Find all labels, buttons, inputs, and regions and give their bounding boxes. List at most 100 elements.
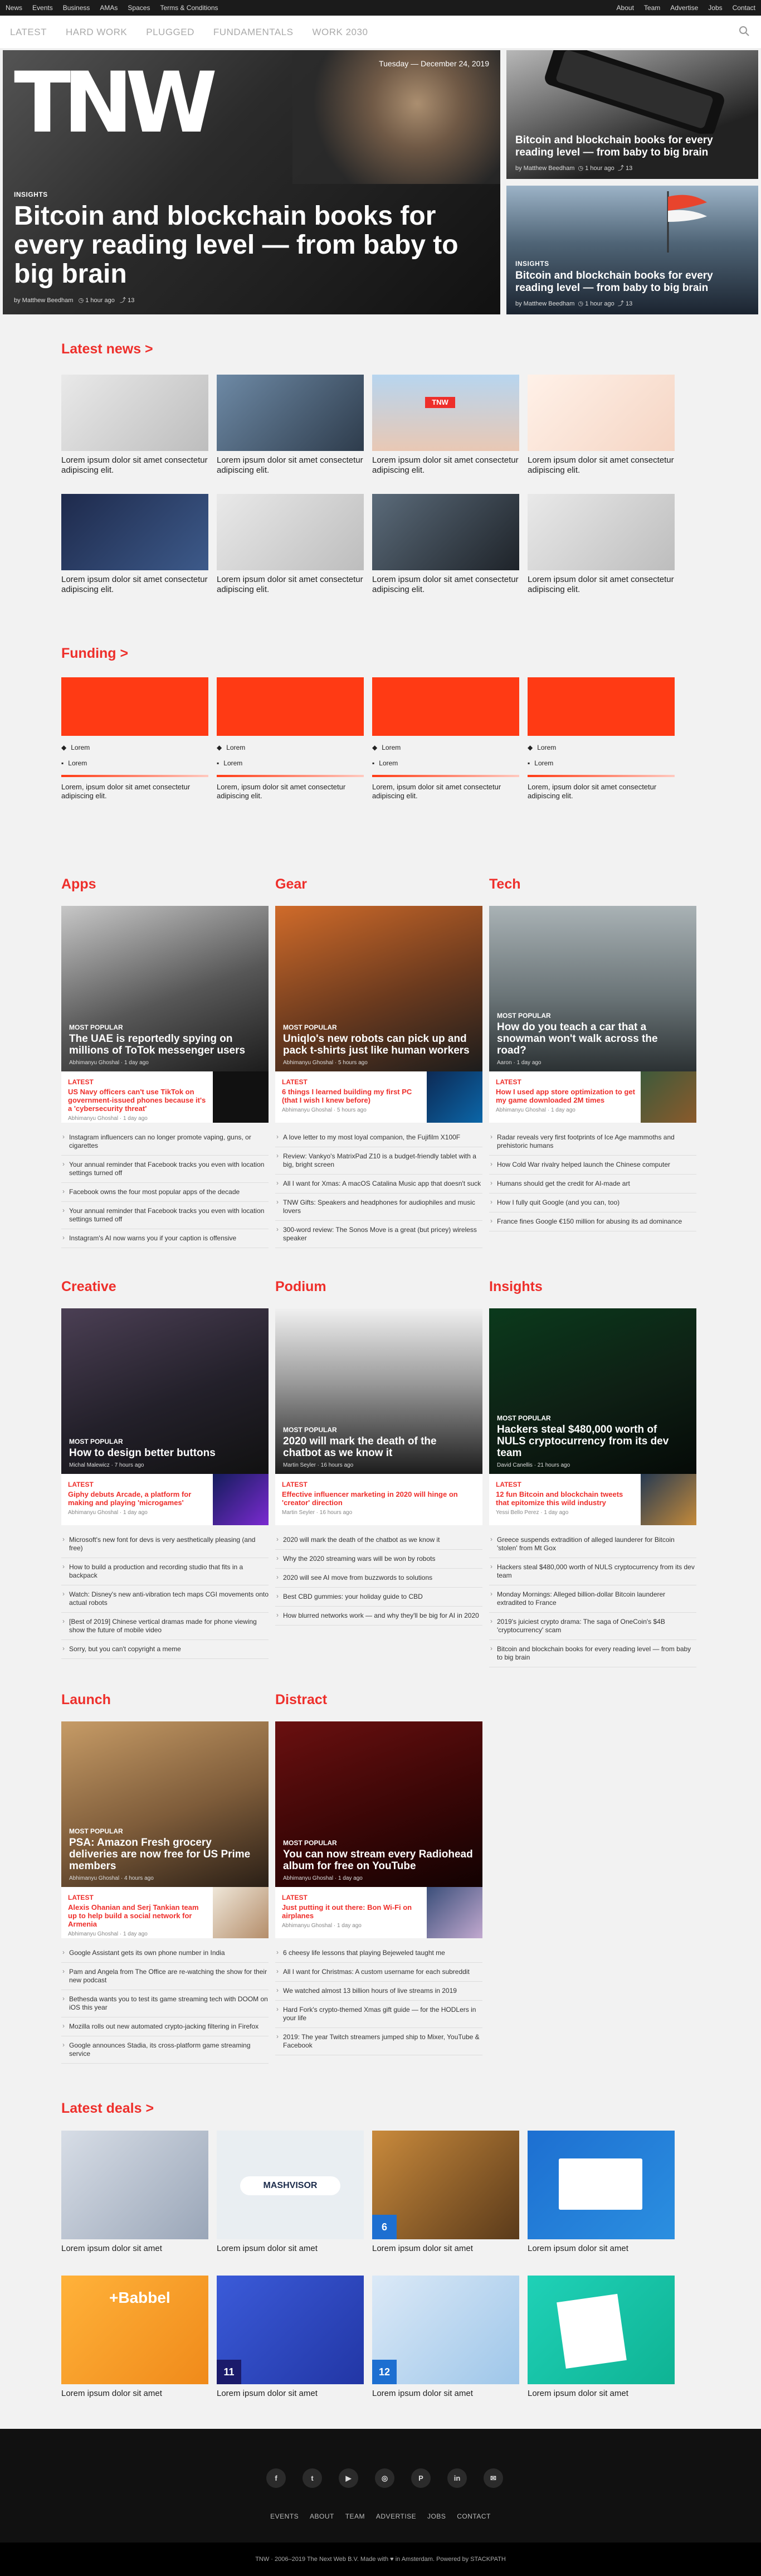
subnav-work-2030[interactable]: WORK 2030 [313,27,368,38]
latest-story[interactable]: LATEST How I used app store optimization … [489,1071,696,1123]
featured-story[interactable]: MOST POPULAR 2020 will mark the death of … [275,1308,482,1474]
list-item[interactable]: Radar reveals very first footprints of I… [489,1128,696,1156]
list-item[interactable]: Bethesda wants you to test its game stre… [61,1990,269,2017]
list-item[interactable]: 2019: The year Twitch streamers jumped s… [275,2028,482,2055]
news-caption[interactable]: Lorem ipsum dolor sit amet consectetur a… [217,575,364,595]
featured-story[interactable]: MOST POPULAR Hackers steal $480,000 worth… [489,1308,696,1474]
funding-desc[interactable]: Lorem, ipsum dolor sit amet consectetur … [372,783,519,801]
funding-heading[interactable]: Funding > [61,646,128,662]
news-card[interactable]: TNW Lorem ipsum dolor sit amet consectetu… [372,375,519,476]
latest-title[interactable]: How I used app store optimization to get… [496,1088,635,1104]
featured-title[interactable]: Hackers steal $480,000 worth of NULS cry… [497,1424,689,1459]
footer-about[interactable]: ABOUT [310,2512,334,2520]
top-nav-amas[interactable]: AMAs [100,4,118,12]
subnav-fundamentals[interactable]: FUNDAMENTALS [213,27,294,38]
list-item[interactable]: Instagram influencers can no longer prom… [61,1128,269,1156]
category-title[interactable]: Gear [275,876,482,892]
list-item[interactable]: 2020 will see AI move from buzzwords to … [275,1569,482,1588]
list-item[interactable]: Google announces Stadia, its cross-platf… [61,2036,269,2064]
featured-title[interactable]: Uniqlo's new robots can pick up and pack… [283,1033,475,1056]
news-caption[interactable]: Lorem ipsum dolor sit amet consectetur a… [372,575,519,595]
category-title[interactable]: Insights [489,1279,696,1295]
featured-title[interactable]: How do you teach a car that a snowman wo… [497,1021,689,1056]
latest-deals-heading[interactable]: Latest deals > [61,2100,154,2117]
featured-title[interactable]: PSA: Amazon Fresh grocery deliveries are… [69,1837,261,1872]
footer-team[interactable]: TEAM [345,2512,365,2520]
email-icon[interactable]: ✉ [484,2468,503,2488]
deal-card[interactable]: +Babbel Lorem ipsum dolor sit amet [61,2276,208,2399]
deal-card[interactable]: 12 Lorem ipsum dolor sit amet [372,2276,519,2399]
featured-story[interactable]: MOST POPULAR How do you teach a car that … [489,906,696,1071]
latest-title[interactable]: Giphy debuts Arcade, a platform for maki… [68,1490,207,1507]
facebook-icon[interactable]: f [266,2468,286,2488]
latest-story[interactable]: LATEST Giphy debuts Arcade, a platform fo… [61,1474,269,1525]
funding-desc[interactable]: Lorem, ipsum dolor sit amet consectetur … [217,783,364,801]
featured-story[interactable]: MOST POPULAR Uniqlo's new robots can pick… [275,906,482,1071]
latest-title[interactable]: Just putting it out there: Bon Wi-Fi on … [282,1903,421,1920]
latest-title[interactable]: 12 fun Bitcoin and blockchain tweets tha… [496,1490,635,1507]
hero-main-tag[interactable]: INSIGHTS [14,191,489,198]
category-title[interactable]: Apps [61,876,269,892]
latest-story[interactable]: LATEST Just putting it out there: Bon Wi-… [275,1887,482,1938]
list-item[interactable]: 6 cheesy life lessons that playing Bejew… [275,1944,482,1963]
news-card[interactable]: Lorem ipsum dolor sit amet consectetur a… [61,494,208,595]
deal-caption[interactable]: Lorem ipsum dolor sit amet [528,2389,675,2399]
deal-caption[interactable]: Lorem ipsum dolor sit amet [528,2244,675,2254]
list-item[interactable]: Your annual reminder that Facebook track… [61,1202,269,1229]
news-card[interactable]: Lorem ipsum dolor sit amet consectetur a… [528,375,675,476]
funding-desc[interactable]: Lorem, ipsum dolor sit amet consectetur … [528,783,675,801]
top-nav-business[interactable]: Business [63,4,90,12]
latest-title[interactable]: US Navy officers can't use TikTok on gov… [68,1088,207,1113]
latest-story[interactable]: LATEST Alexis Ohanian and Serj Tankian te… [61,1887,269,1938]
funding-card[interactable]: ◆ Lorem ▪ Lorem Lorem, ipsum dolor sit amet … [217,677,364,801]
deal-caption[interactable]: Lorem ipsum dolor sit amet [217,2244,364,2254]
list-item[interactable]: Mozilla rolls out new automated crypto-j… [61,2017,269,2036]
funding-card[interactable]: ◆ Lorem ▪ Lorem Lorem, ipsum dolor sit amet … [528,677,675,801]
category-title[interactable]: Distract [275,1692,482,1708]
list-item[interactable]: How to build a production and recording … [61,1558,269,1585]
featured-story[interactable]: MOST POPULAR How to design better buttons… [61,1308,269,1474]
hero-side-2-tag[interactable]: INSIGHTS [515,260,749,268]
hero-side-2-title[interactable]: Bitcoin and blockchain books for every r… [515,270,749,294]
list-item[interactable]: Hackers steal $480,000 worth of NULS cry… [489,1558,696,1585]
hero-main-author[interactable]: by Matthew Beedham [14,297,73,304]
list-item[interactable]: TNW Gifts: Speakers and headphones for a… [275,1194,482,1221]
deal-caption[interactable]: Lorem ipsum dolor sit amet [61,2244,208,2254]
news-card[interactable]: Lorem ipsum dolor sit amet consectetur a… [217,494,364,595]
list-item[interactable]: Microsoft's new font for devs is very ae… [61,1531,269,1558]
hero-main-story[interactable]: TNW Tuesday — December 24, 2019 INSIGHTS… [3,50,500,314]
list-item[interactable]: Pam and Angela from The Office are re-wa… [61,1963,269,1990]
list-item[interactable]: France fines Google €150 million for abu… [489,1212,696,1231]
linkedin-icon[interactable]: in [447,2468,467,2488]
latest-title[interactable]: Alexis Ohanian and Serj Tankian team up … [68,1903,207,1928]
top-nav-events[interactable]: Events [32,4,53,12]
deal-caption[interactable]: Lorem ipsum dolor sit amet [217,2389,364,2399]
list-item[interactable]: All I want for Xmas: A macOS Catalina Mu… [275,1175,482,1194]
deal-caption[interactable]: Lorem ipsum dolor sit amet [372,2244,519,2254]
instagram-icon[interactable]: ◎ [375,2468,394,2488]
list-item[interactable]: Instagram's AI now warns you if your cap… [61,1229,269,1248]
top-nav-terms[interactable]: Terms & Conditions [160,4,218,12]
latest-title[interactable]: Effective influencer marketing in 2020 w… [282,1490,476,1507]
top-nav-advertise[interactable]: Advertise [670,4,698,12]
news-card[interactable]: Lorem ipsum dolor sit amet consectetur a… [528,494,675,595]
list-item[interactable]: We watched almost 13 billion hours of li… [275,1982,482,2001]
top-nav-team[interactable]: Team [644,4,660,12]
deal-card[interactable]: Lorem ipsum dolor sit amet [528,2276,675,2399]
news-caption[interactable]: Lorem ipsum dolor sit amet consectetur a… [528,455,675,476]
tnw-logo[interactable]: TNW [14,61,217,145]
featured-story[interactable]: MOST POPULAR You can now stream every Rad… [275,1721,482,1887]
featured-story[interactable]: MOST POPULAR The UAE is reportedly spying… [61,906,269,1071]
featured-title[interactable]: The UAE is reportedly spying on millions… [69,1033,261,1056]
list-item[interactable]: Bitcoin and blockchain books for every r… [489,1640,696,1667]
footer-contact[interactable]: CONTACT [457,2512,491,2520]
list-item[interactable]: 300-word review: The Sonos Move is a gre… [275,1221,482,1248]
latest-news-heading[interactable]: Latest news > [61,341,153,357]
hero-side-1-author[interactable]: by Matthew Beedham [515,165,574,172]
list-item[interactable]: Greece suspends extradition of alleged l… [489,1531,696,1558]
funding-desc[interactable]: Lorem, ipsum dolor sit amet consectetur … [61,783,208,801]
latest-story[interactable]: LATEST 6 things I learned building my fir… [275,1071,482,1123]
category-title[interactable]: Launch [61,1692,269,1708]
search-icon[interactable] [738,26,751,39]
news-card[interactable]: Lorem ipsum dolor sit amet consectetur a… [61,375,208,476]
